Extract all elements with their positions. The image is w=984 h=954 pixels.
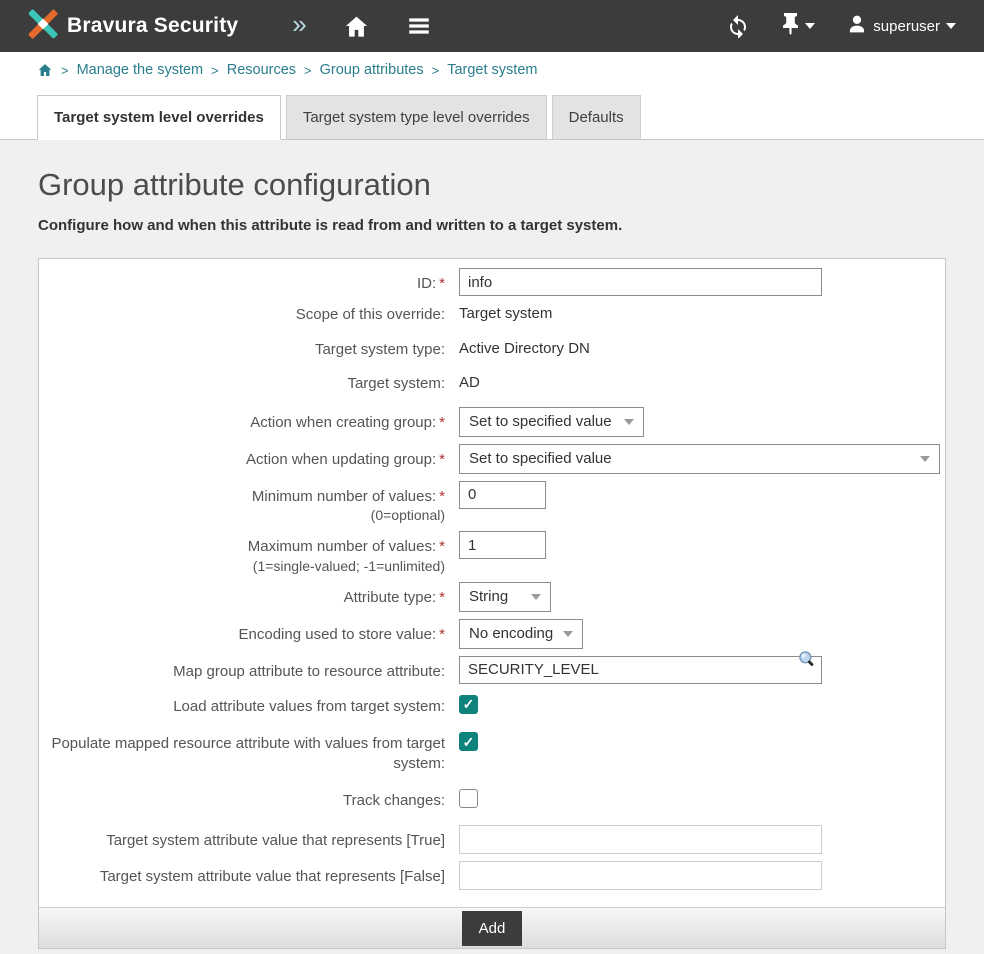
field-row-track-changes: Track changes: bbox=[39, 785, 935, 813]
home-icon[interactable] bbox=[343, 13, 370, 40]
pin-menu[interactable] bbox=[782, 13, 815, 40]
page-title: Group attribute configuration bbox=[38, 167, 946, 203]
chevron-down-icon bbox=[563, 631, 573, 637]
map-attribute-input[interactable] bbox=[459, 656, 822, 684]
pin-icon bbox=[782, 13, 799, 40]
field-label: Action when updating group: bbox=[246, 451, 436, 468]
top-navbar: Bravura Security » superuser bbox=[0, 0, 984, 52]
field-row-attribute-type: Attribute type:* String bbox=[39, 582, 935, 612]
chevron-down-icon bbox=[805, 23, 815, 29]
required-marker: * bbox=[439, 538, 445, 555]
required-marker: * bbox=[439, 626, 445, 643]
field-row-action-when-updating: Action when updating group:* Set to spec… bbox=[39, 444, 935, 474]
field-label: Target system attribute value that repre… bbox=[106, 832, 445, 849]
load-values-checkbox[interactable] bbox=[459, 695, 478, 714]
field-row-false-value: Target system attribute value that repre… bbox=[39, 861, 935, 890]
max-values-input[interactable] bbox=[459, 531, 546, 559]
scope-value: Target system bbox=[459, 303, 552, 322]
field-label: Map group attribute to resource attribut… bbox=[173, 663, 445, 680]
field-label: Minimum number of values: bbox=[252, 488, 436, 505]
field-label: Scope of this override: bbox=[296, 306, 445, 323]
breadcrumb-link-manage-the-system[interactable]: Manage the system bbox=[77, 62, 204, 78]
field-row-encoding: Encoding used to store value:* No encodi… bbox=[39, 619, 935, 649]
breadcrumb-separator: > bbox=[61, 63, 69, 78]
encoding-select[interactable]: No encoding bbox=[459, 619, 583, 649]
breadcrumb-separator: > bbox=[432, 63, 440, 78]
field-label: Target system: bbox=[347, 375, 445, 392]
user-icon bbox=[847, 14, 867, 39]
brand-logo[interactable]: Bravura Security bbox=[28, 9, 238, 44]
field-row-id: ID:* bbox=[39, 268, 935, 296]
track-changes-checkbox[interactable] bbox=[459, 789, 478, 808]
field-label: ID: bbox=[417, 275, 436, 292]
min-values-input[interactable] bbox=[459, 481, 546, 509]
id-input[interactable] bbox=[459, 268, 822, 296]
field-row-min-values: Minimum number of values:*(0=optional) bbox=[39, 481, 935, 525]
user-name: superuser bbox=[873, 18, 940, 35]
breadcrumb-separator: > bbox=[211, 63, 219, 78]
chevron-down-icon bbox=[624, 419, 634, 425]
true-value-input[interactable] bbox=[459, 825, 822, 854]
field-label: Track changes: bbox=[343, 792, 445, 809]
attribute-type-select[interactable]: String bbox=[459, 582, 551, 612]
brand-name: Bravura Security bbox=[67, 14, 238, 38]
field-label: Populate mapped resource attribute with … bbox=[51, 735, 445, 772]
field-row-map-attribute: Map group attribute to resource attribut… bbox=[39, 656, 935, 684]
tab-target-system-level-overrides[interactable]: Target system level overrides bbox=[37, 95, 281, 140]
required-marker: * bbox=[439, 275, 445, 292]
field-row-target-system: Target system: AD bbox=[39, 372, 935, 394]
required-marker: * bbox=[439, 414, 445, 431]
breadcrumb-link-resources[interactable]: Resources bbox=[227, 62, 296, 78]
refresh-icon[interactable] bbox=[726, 14, 750, 38]
field-row-true-value: Target system attribute value that repre… bbox=[39, 825, 935, 854]
breadcrumb-separator: > bbox=[304, 63, 312, 78]
add-button[interactable]: Add bbox=[462, 911, 523, 946]
field-row-scope: Scope of this override: Target system bbox=[39, 303, 935, 325]
field-label: Maximum number of values: bbox=[248, 538, 436, 555]
page-subtitle: Configure how and when this attribute is… bbox=[38, 217, 946, 234]
field-label: Target system attribute value that repre… bbox=[100, 868, 445, 885]
bravura-pinwheel-icon bbox=[28, 9, 58, 44]
form-panel: ID:* Scope of this override: Target syst… bbox=[38, 258, 946, 949]
target-system-type-value: Active Directory DN bbox=[459, 338, 590, 357]
field-label: Load attribute values from target system… bbox=[173, 698, 445, 715]
breadcrumb: > Manage the system > Resources > Group … bbox=[0, 52, 984, 85]
chevron-down-icon bbox=[920, 456, 930, 462]
populate-mapped-checkbox[interactable] bbox=[459, 732, 478, 751]
field-row-populate-mapped: Populate mapped resource attribute with … bbox=[39, 728, 935, 773]
field-row-max-values: Maximum number of values:* (1=single-valu… bbox=[39, 531, 935, 575]
field-label: Target system type: bbox=[315, 341, 445, 358]
breadcrumb-home-icon[interactable] bbox=[37, 62, 53, 78]
required-marker: * bbox=[439, 589, 445, 606]
chevron-down-icon bbox=[531, 594, 541, 600]
hamburger-menu-icon[interactable] bbox=[406, 13, 432, 39]
form-footer: Add bbox=[39, 907, 945, 948]
field-label: Encoding used to store value: bbox=[239, 626, 437, 643]
field-row-action-when-creating: Action when creating group:* Set to spec… bbox=[39, 407, 935, 437]
user-menu[interactable]: superuser bbox=[847, 14, 956, 39]
field-label: Attribute type: bbox=[344, 589, 437, 606]
breadcrumb-link-target-system[interactable]: Target system bbox=[447, 62, 537, 78]
field-hint: (1=single-valued; -1=unlimited) bbox=[39, 557, 445, 575]
field-hint: (0=optional) bbox=[39, 506, 445, 524]
double-chevron-icon[interactable]: » bbox=[292, 11, 306, 41]
action-update-select[interactable]: Set to specified value bbox=[459, 444, 940, 474]
tab-defaults[interactable]: Defaults bbox=[552, 95, 641, 139]
tab-target-system-type-level-overrides[interactable]: Target system type level overrides bbox=[286, 95, 547, 139]
target-system-value: AD bbox=[459, 372, 480, 391]
action-create-select[interactable]: Set to specified value bbox=[459, 407, 644, 437]
search-icon[interactable] bbox=[797, 649, 817, 674]
required-marker: * bbox=[439, 451, 445, 468]
false-value-input[interactable] bbox=[459, 861, 822, 890]
chevron-down-icon bbox=[946, 23, 956, 29]
field-row-load-values: Load attribute values from target system… bbox=[39, 691, 935, 717]
required-marker: * bbox=[439, 488, 445, 505]
field-label: Action when creating group: bbox=[250, 414, 436, 431]
field-row-target-system-type: Target system type: Active Directory DN bbox=[39, 338, 935, 360]
breadcrumb-link-group-attributes[interactable]: Group attributes bbox=[320, 62, 424, 78]
tab-bar: Target system level overrides Target sys… bbox=[0, 85, 984, 140]
